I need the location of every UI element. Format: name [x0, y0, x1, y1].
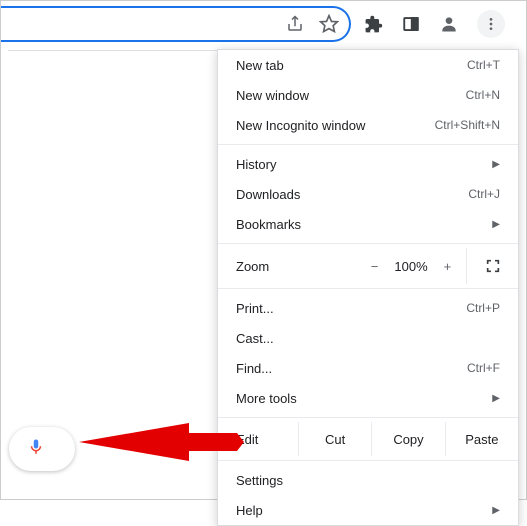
edit-cut-button[interactable]: Cut [298, 422, 371, 456]
menu-item-label: New window [236, 88, 309, 103]
menu-item-new-tab[interactable]: New tab Ctrl+T [218, 50, 518, 80]
kebab-menu-button[interactable] [477, 10, 505, 38]
menu-separator [218, 144, 518, 145]
menu-item-label: History [236, 157, 276, 172]
menu-item-new-incognito[interactable]: New Incognito window Ctrl+Shift+N [218, 110, 518, 140]
omnibox[interactable] [1, 6, 351, 42]
fullscreen-button[interactable] [466, 248, 518, 284]
chevron-right-icon: ▶ [492, 393, 500, 404]
menu-item-label: Bookmarks [236, 217, 301, 232]
menu-item-cast[interactable]: Cast... [218, 323, 518, 353]
menu-separator [218, 460, 518, 461]
zoom-out-button[interactable]: − [371, 259, 379, 274]
menu-item-accel: Ctrl+J [468, 187, 500, 201]
profile-icon[interactable] [439, 14, 459, 34]
zoom-value: 100% [394, 259, 427, 274]
menu-item-zoom: Zoom − 100% + [218, 248, 518, 284]
menu-separator [218, 417, 518, 418]
menu-item-label: Find... [236, 361, 272, 376]
menu-item-accel: Ctrl+F [467, 361, 500, 375]
menu-item-accel: Ctrl+T [467, 58, 500, 72]
panel-icon[interactable] [401, 14, 421, 34]
edit-copy-button[interactable]: Copy [371, 422, 444, 456]
menu-item-label: New tab [236, 58, 284, 73]
edit-paste-button[interactable]: Paste [445, 422, 518, 456]
edit-label: Edit [218, 422, 298, 456]
share-icon[interactable] [285, 14, 305, 34]
menu-item-downloads[interactable]: Downloads Ctrl+J [218, 179, 518, 209]
menu-separator [218, 288, 518, 289]
menu-item-label: Print... [236, 301, 274, 316]
menu-separator [218, 243, 518, 244]
puzzle-icon[interactable] [363, 14, 383, 34]
menu-item-bookmarks[interactable]: Bookmarks ▶ [218, 209, 518, 239]
chevron-right-icon: ▶ [492, 505, 500, 516]
menu-item-label: New Incognito window [236, 118, 365, 133]
menu-item-label: Downloads [236, 187, 300, 202]
zoom-in-button[interactable]: + [444, 259, 452, 274]
menu-item-label: More tools [236, 391, 297, 406]
chevron-right-icon: ▶ [492, 159, 500, 170]
toolbar-actions [363, 6, 505, 42]
menu-item-more-tools[interactable]: More tools ▶ [218, 383, 518, 413]
menu-item-edit-row: Edit Cut Copy Paste [218, 422, 518, 456]
menu-item-new-window[interactable]: New window Ctrl+N [218, 80, 518, 110]
main-menu: New tab Ctrl+T New window Ctrl+N New Inc… [217, 49, 519, 526]
menu-item-history[interactable]: History ▶ [218, 149, 518, 179]
star-icon[interactable] [319, 14, 339, 34]
chevron-right-icon: ▶ [492, 219, 500, 230]
page-content [8, 50, 217, 490]
microphone-icon [27, 436, 45, 463]
zoom-label: Zoom [236, 259, 356, 274]
menu-item-accel: Ctrl+N [466, 88, 500, 102]
menu-item-label: Cast... [236, 331, 274, 346]
menu-item-label: Settings [236, 473, 283, 488]
menu-item-label: Help [236, 503, 263, 518]
menu-item-accel: Ctrl+Shift+N [435, 118, 500, 132]
menu-item-find[interactable]: Find... Ctrl+F [218, 353, 518, 383]
menu-item-accel: Ctrl+P [466, 301, 500, 315]
menu-item-print[interactable]: Print... Ctrl+P [218, 293, 518, 323]
voice-search-button[interactable] [9, 427, 75, 471]
menu-item-settings[interactable]: Settings [218, 465, 518, 495]
